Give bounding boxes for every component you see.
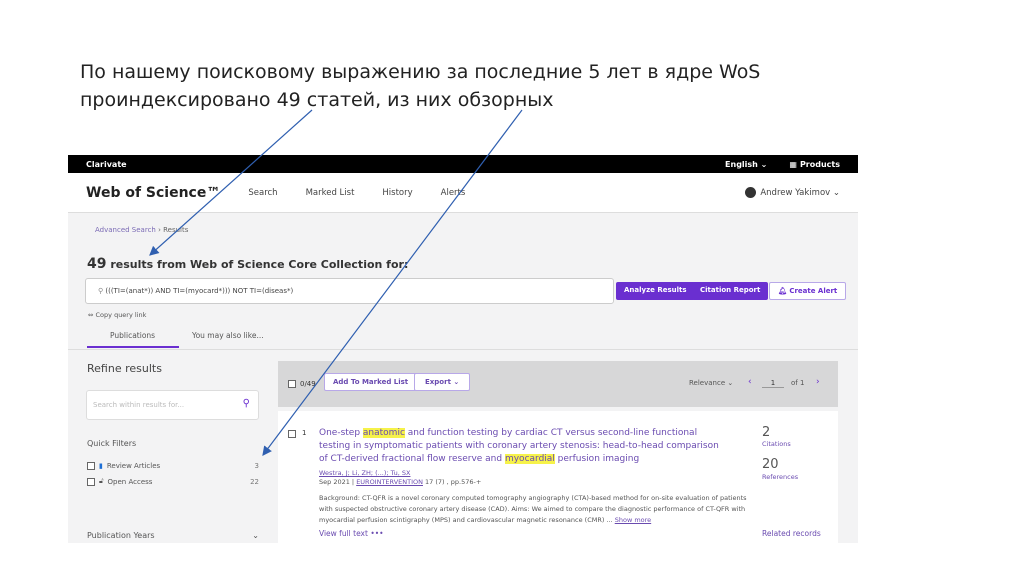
arrow-to-count [149, 109, 313, 256]
annotation-arrows [149, 109, 523, 456]
arrow-to-review-count [262, 109, 523, 456]
